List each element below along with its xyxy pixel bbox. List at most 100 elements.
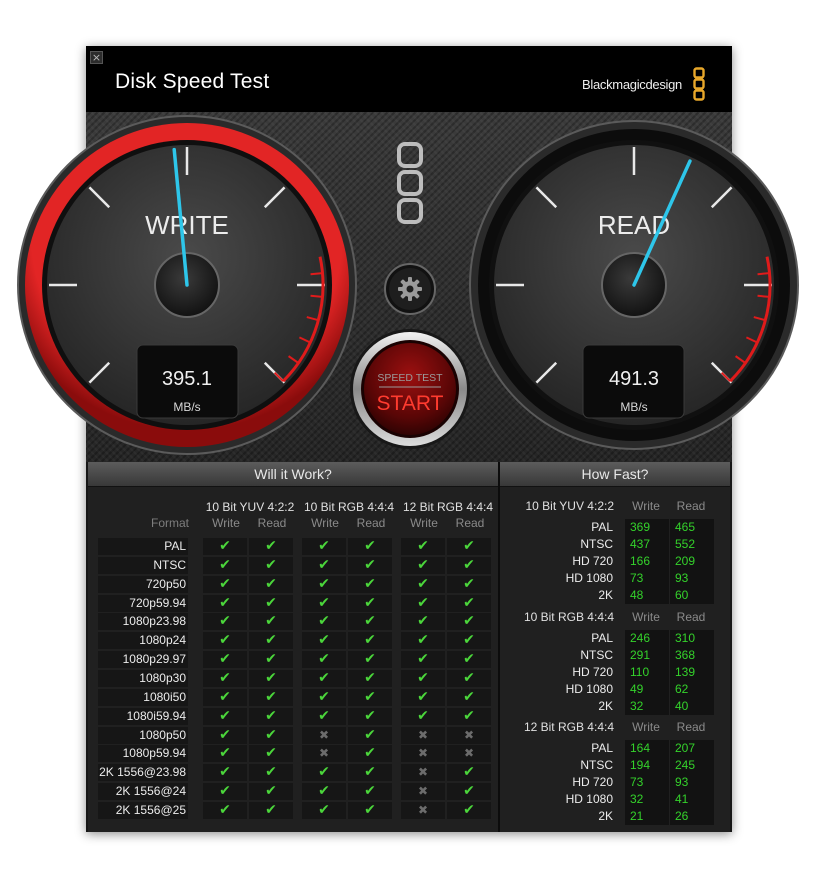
check-icon: ✔ [447,538,491,555]
how-fast-write-value: 291 [625,647,669,664]
how-fast-row: HD 1080 49 62 [500,681,730,698]
read-speed-value: 491.3 [609,368,659,390]
write-gauge-label: WRITE [145,210,229,240]
table-row: 2K 1556@25 ✔ ✔ ✔ ✔ ✖ ✔ [88,801,498,821]
disk-speed-test-window: × Disk Speed Test Blackmagicdesign WRITE… [17,46,799,832]
how-fast-row-label: HD 1080 [565,682,613,696]
check-icon: ✔ [401,594,445,612]
check-icon: ✔ [302,651,346,669]
check-icon: ✔ [348,669,392,687]
format-label: 1080p24 [98,632,188,650]
cross-icon: ✖ [302,745,346,763]
table-row: 720p50 ✔ ✔ ✔ ✔ ✔ ✔ [88,575,498,595]
how-fast-read-value: 465 [670,519,714,536]
gauge-redline-tick [310,272,323,276]
check-icon: ✔ [348,538,392,555]
check-icon: ✔ [249,613,293,631]
cross-icon: ✖ [302,726,346,744]
how-fast-row-label: 2K [598,588,613,602]
how-fast-row-label: HD 720 [572,775,613,789]
check-icon: ✔ [401,575,445,593]
how-fast-row: PAL 246 310 [500,630,730,647]
write-speed-unit: MB/s [173,400,200,414]
how-fast-write-header: Write [632,499,660,513]
how-fast-row-label: HD 1080 [565,571,613,585]
how-fast-row-label: HD 720 [572,554,613,568]
how-fast-write-value: 73 [625,774,669,791]
cross-icon: ✖ [401,745,445,763]
check-icon: ✔ [447,764,491,782]
how-fast-write-value: 73 [625,570,669,587]
check-icon: ✔ [302,575,346,593]
how-fast-write-value: 21 [625,808,669,825]
format-label: 1080i59.94 [98,707,188,725]
format-label: 720p59.94 [98,594,188,612]
how-fast-read-value: 93 [670,570,714,587]
group-2-col-0-header: Write [410,516,438,530]
format-label: 2K 1556@23.98 [98,764,188,782]
check-icon: ✔ [249,669,293,687]
format-label: PAL [98,538,188,555]
how-fast-header: How Fast? [500,462,730,487]
check-icon: ✔ [447,613,491,631]
read-gauge: READ 491.3 MB/s [469,120,799,450]
how-fast-read-value: 209 [670,553,714,570]
check-icon: ✔ [401,613,445,631]
check-icon: ✔ [348,783,392,801]
will-it-work-header: Will it Work? [88,462,498,487]
how-fast-write-value: 110 [625,664,669,681]
check-icon: ✔ [203,651,247,669]
how-fast-read-value: 60 [670,587,714,604]
format-label: 1080i50 [98,688,188,706]
check-icon: ✔ [302,538,346,555]
format-label: 1080p30 [98,669,188,687]
settings-button[interactable] [384,263,436,315]
cross-icon: ✖ [401,783,445,801]
check-icon: ✔ [249,538,293,555]
group-1-col-1-header: Read [356,516,386,530]
how-fast-row-label: HD 720 [572,665,613,679]
how-fast-read-value: 368 [670,647,714,664]
how-fast-row: 2K 32 40 [500,698,730,715]
start-button-caption: SPEED TEST [377,372,443,384]
format-label: 720p50 [98,575,188,593]
how-fast-row: HD 1080 73 93 [500,570,730,587]
check-icon: ✔ [203,726,247,744]
cross-icon: ✖ [447,745,491,763]
check-icon: ✔ [302,632,346,650]
check-icon: ✔ [203,764,247,782]
check-icon: ✔ [249,783,293,801]
check-icon: ✔ [249,745,293,763]
how-fast-read-value: 26 [670,808,714,825]
how-fast-write-value: 49 [625,681,669,698]
write-gauge: WRITE 395.1 MB/s [17,115,357,455]
check-icon: ✔ [348,688,392,706]
how-fast-section-title: 10 Bit YUV 4:2:2 [525,499,615,513]
check-icon: ✔ [249,651,293,669]
check-icon: ✔ [348,707,392,725]
check-icon: ✔ [302,669,346,687]
group-0-col-0-header: Write [212,516,240,530]
how-fast-read-value: 41 [670,791,714,808]
how-fast-row-label: PAL [591,741,613,755]
check-icon: ✔ [302,594,346,612]
group-2-col-1-header: Read [455,516,485,530]
will-it-work-panel: Format 10 Bit YUV 4:2:2 Write Read 10 Bit R… [88,487,498,832]
table-row: 720p59.94 ✔ ✔ ✔ ✔ ✔ ✔ [88,594,498,614]
check-icon: ✔ [348,556,392,574]
gear-icon [398,277,422,301]
how-fast-read-value: 310 [670,630,714,647]
check-icon: ✔ [203,538,247,555]
check-icon: ✔ [348,651,392,669]
check-icon: ✔ [203,669,247,687]
table-row: PAL ✔ ✔ ✔ ✔ ✔ ✔ [88,538,498,557]
check-icon: ✔ [203,613,247,631]
check-icon: ✔ [447,575,491,593]
table-row: 1080i59.94 ✔ ✔ ✔ ✔ ✔ ✔ [88,707,498,727]
table-row: 1080p29.97 ✔ ✔ ✔ ✔ ✔ ✔ [88,651,498,670]
how-fast-row: PAL 164 207 [500,740,730,757]
how-fast-read-value: 62 [670,681,714,698]
how-fast-write-value: 194 [625,757,669,774]
cross-icon: ✖ [401,764,445,782]
start-button[interactable]: SPEED TEST START [350,329,470,449]
